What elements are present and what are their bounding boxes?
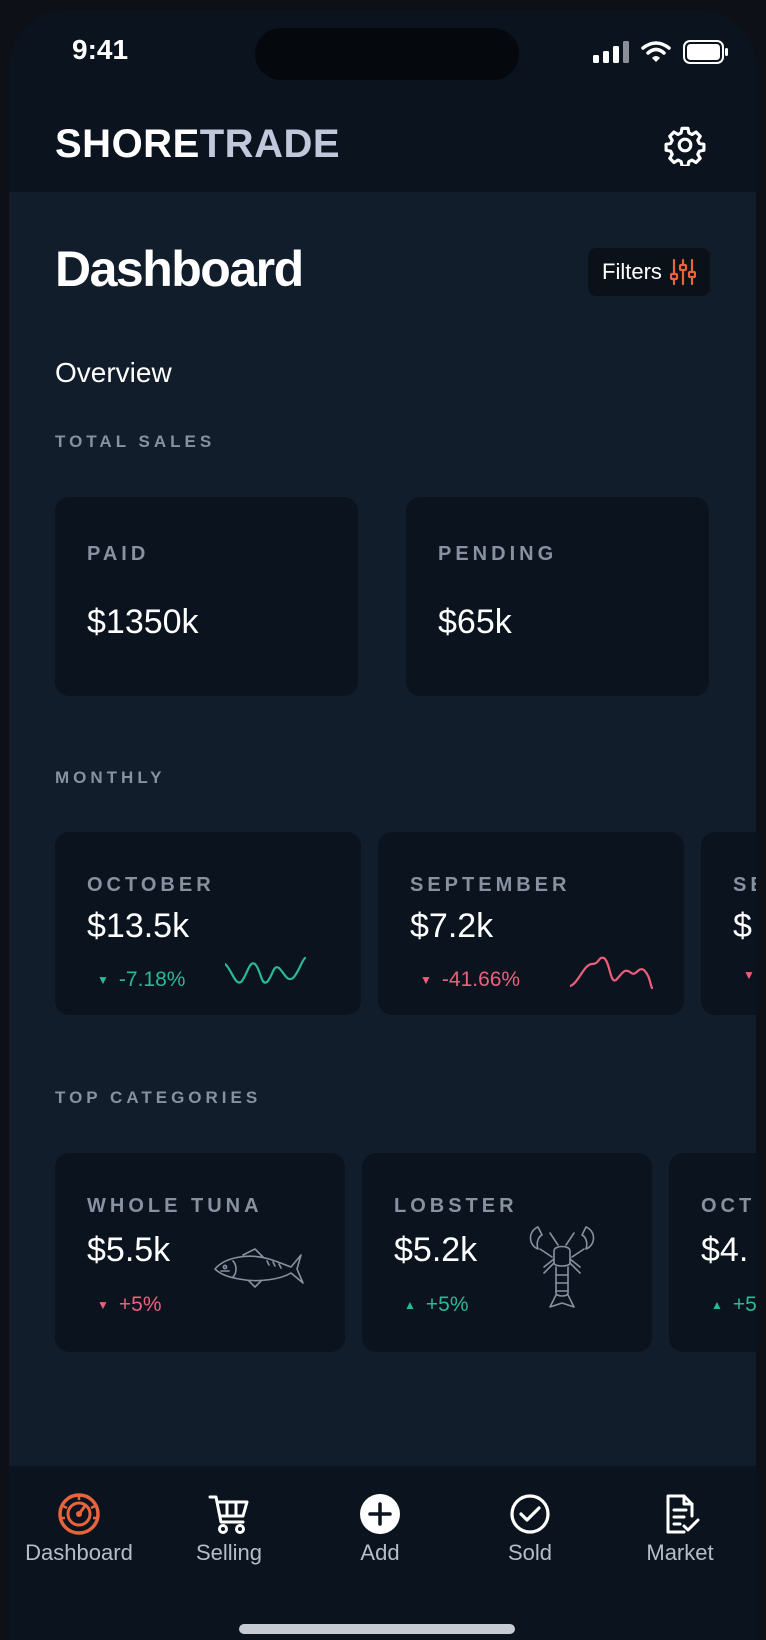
brand-logo: SHORETRADE [55,122,340,167]
card-label: SE [733,874,756,896]
pending-card[interactable]: PENDING $65k [406,497,709,696]
tab-market[interactable]: Market [605,1492,755,1566]
sliders-icon [669,258,696,286]
brand-part-shore: SHORE [55,122,200,166]
dashboard-gauge-icon [58,1493,100,1535]
card-label: OCTOBER [87,874,215,896]
brand-part-trade: TRADE [199,122,341,166]
card-value: $ [733,907,752,945]
wifi-icon [641,41,671,62]
filters-label: Filters [602,259,662,284]
trend-value: +5% [425,1293,469,1316]
overview-heading: Overview [55,357,172,388]
page-title: Dashboard [55,241,304,297]
card-value: $5.2k [394,1231,478,1269]
tab-label: Add [360,1540,400,1565]
category-card-whole-tuna[interactable]: WHOLE TUNA $5.5k ▼ +5% [55,1153,345,1352]
tab-label: Selling [195,1540,263,1565]
status-icons [593,40,729,64]
tab-add[interactable]: Add [305,1492,455,1566]
section-top-categories: TOP CATEGORIES [55,1088,262,1107]
triangle-up-icon: ▲ [711,1298,723,1312]
monthly-trend: ▼ -7.18% [97,968,185,992]
card-label: WHOLE TUNA [87,1195,263,1217]
sparkline-september [570,956,654,990]
tab-selling[interactable]: Selling [154,1492,304,1566]
lobster-icon [529,1226,595,1308]
card-label: PAID [87,543,150,565]
tab-label: Sold [507,1540,553,1565]
card-label: SEPTEMBER [410,874,571,896]
section-total-sales: TOTAL SALES [55,432,216,451]
dynamic-island [255,28,519,80]
paid-card[interactable]: PAID $1350k [55,497,358,696]
add-circle-icon [360,1494,400,1534]
category-trend: ▲ +5% [404,1293,469,1317]
triangle-up-icon: ▲ [404,1298,416,1312]
signal-icon [593,41,629,63]
trend-value: -7.18% [118,968,186,991]
category-trend: ▲ +5 [711,1293,756,1317]
category-card-lobster[interactable]: LOBSTER $5.2k ▲ +5% [362,1153,652,1352]
tab-sold[interactable]: Sold [455,1492,605,1566]
card-label: LOBSTER [394,1195,518,1217]
card-value: $7.2k [410,907,494,945]
card-value: $1350k [87,603,199,641]
monthly-card-october[interactable]: OCTOBER $13.5k ▼ -7.18% [55,832,361,1015]
gear-icon [664,126,706,168]
card-value: $5.5k [87,1231,171,1269]
settings-button[interactable] [664,124,706,168]
section-monthly: MONTHLY [55,768,166,787]
home-indicator [239,1624,515,1634]
card-value: $13.5k [87,907,190,945]
card-label: OCT [701,1195,756,1217]
phone-screen: 9:41 SHORETRADE Dashboard Filters Overvi… [9,10,756,1640]
filters-button[interactable]: Filters [588,248,710,296]
card-value: $65k [438,603,512,641]
monthly-trend: ▼ [743,968,755,982]
bottom-tab-bar: Dashboard Selling Add Sold Market [9,1466,756,1640]
tab-label: Market [646,1540,714,1565]
monthly-card-september[interactable]: SEPTEMBER $7.2k ▼ -41.66% [378,832,684,1015]
category-trend: ▼ +5% [97,1293,162,1317]
tab-label: Dashboard [25,1540,133,1565]
triangle-down-icon: ▼ [97,1298,109,1312]
monthly-trend: ▼ -41.66% [420,968,520,992]
trend-value: +5 [732,1293,756,1316]
cart-icon [208,1495,249,1534]
card-label: PENDING [438,543,558,565]
triangle-down-icon: ▼ [420,973,432,987]
trend-value: -41.66% [441,968,521,991]
tuna-icon [214,1248,304,1288]
trend-value: +5% [118,1293,162,1316]
check-circle-icon [510,1494,550,1534]
monthly-card-partial[interactable]: SE $ ▼ [701,832,756,1015]
triangle-down-icon: ▼ [743,968,755,982]
document-check-icon [666,1494,700,1534]
status-time: 9:41 [72,34,129,65]
tab-dashboard[interactable]: Dashboard [9,1492,154,1566]
sparkline-october [225,956,307,984]
battery-icon [683,40,728,64]
card-value: $4. [701,1231,749,1269]
category-card-partial[interactable]: OCT $4. ▲ +5 [669,1153,756,1352]
app-header: 9:41 SHORETRADE [9,10,756,192]
triangle-down-icon: ▼ [97,973,109,987]
